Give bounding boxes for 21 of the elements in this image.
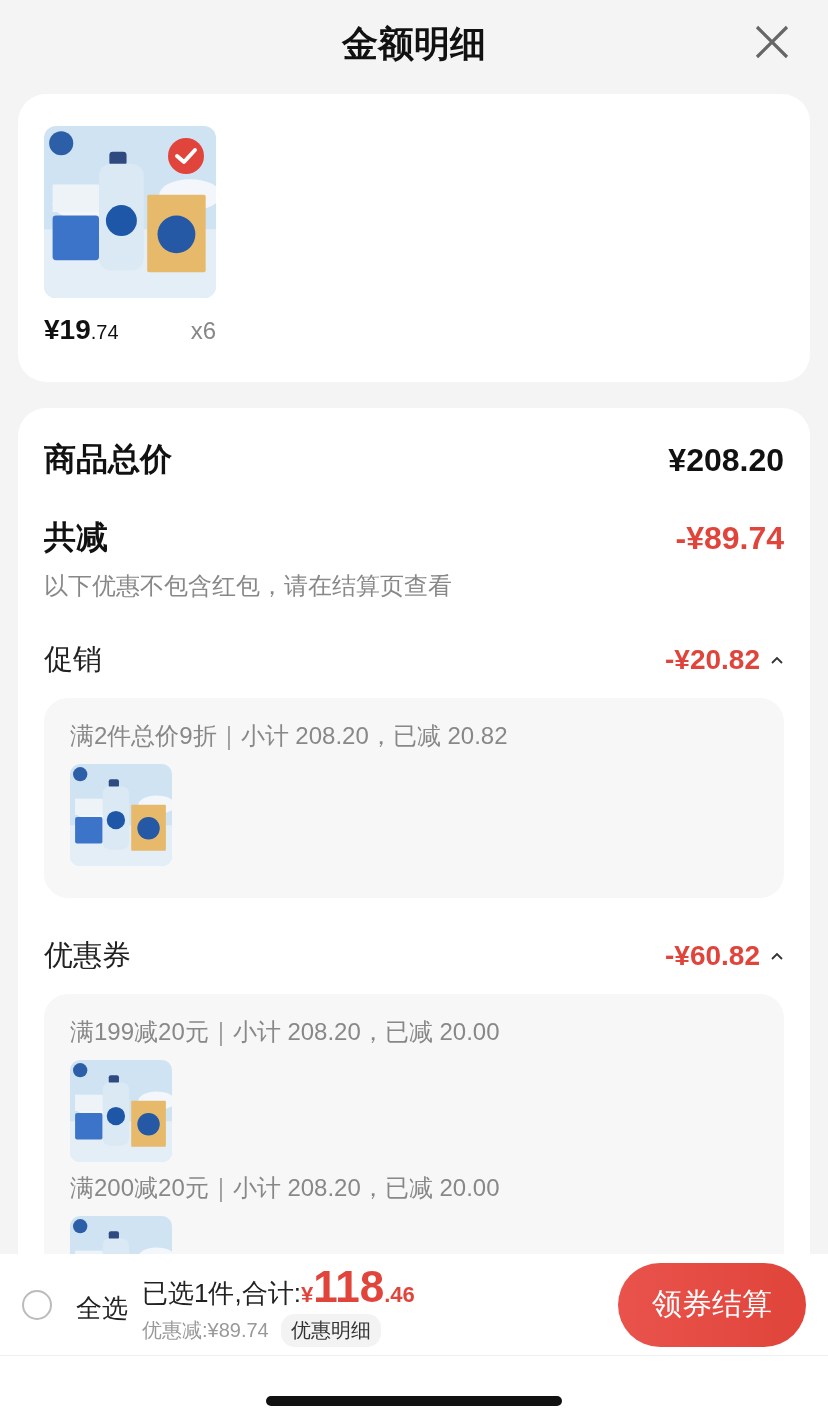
total-value: ¥208.20 (668, 441, 784, 479)
grand-total: ¥118.46 (300, 1262, 415, 1312)
rule-text: 满199减20元｜小计 208.20，已减 20.00 (70, 1017, 501, 1048)
total-label: 商品总价 (44, 440, 172, 479)
section-label: 促销 (44, 642, 102, 677)
select-all-label[interactable]: 全选 (76, 1291, 128, 1326)
item-price: ¥19.74 (44, 314, 119, 346)
section-label: 优惠券 (44, 938, 131, 973)
section-amount: -¥60.82 (665, 940, 760, 972)
discount-label: 共减 (44, 518, 108, 557)
discount-note: 以下优惠不包含红包，请在结算页查看 (44, 571, 453, 601)
discount-value: -¥89.74 (675, 519, 784, 557)
checkout-button[interactable]: 领券结算 (618, 1262, 806, 1347)
rule-text: 满200减20元｜小计 208.20，已减 20.00 (70, 1173, 501, 1204)
section-amount: -¥20.82 (665, 644, 760, 676)
discount-detail-button[interactable]: 优惠明细 (280, 1314, 381, 1347)
sheet-title: 金额明细 (342, 21, 486, 66)
item-quantity: x6 (190, 317, 216, 345)
selected-count: 已选1件,合计: (142, 1277, 301, 1310)
discount-summary: 优惠减:¥89.74 (142, 1318, 269, 1343)
rule-text: 满2件总价9折｜小计 208.20，已减 20.82 (70, 721, 509, 752)
